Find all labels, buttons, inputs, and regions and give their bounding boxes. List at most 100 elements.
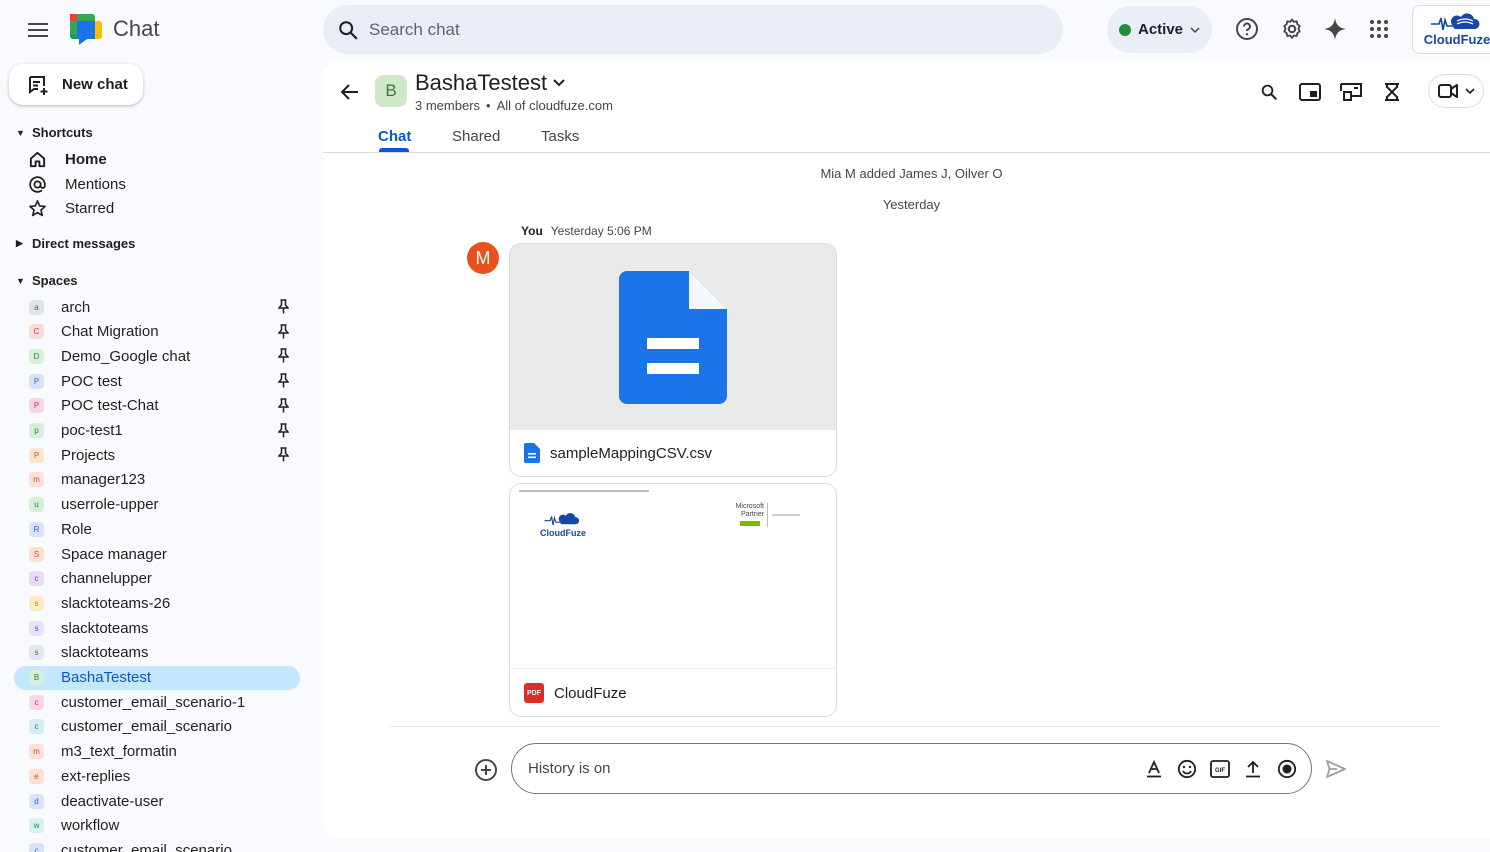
gemini-sparkle-icon [1324, 18, 1346, 40]
space-item[interactable]: u userrole-upper [14, 493, 300, 517]
tab-tasks[interactable]: Tasks [541, 128, 579, 145]
space-item[interactable]: R Role [14, 517, 300, 541]
apps-button[interactable] [1364, 14, 1394, 44]
upload-file-button[interactable] [1241, 757, 1265, 781]
back-button[interactable] [337, 79, 363, 105]
space-item[interactable]: P Projects [14, 443, 300, 467]
pin-button[interactable] [278, 299, 289, 314]
attachment-footer: sampleMappingCSV.csv [510, 430, 836, 476]
pdf-preview-partner: Microsoft Partner [735, 503, 764, 518]
format-text-button[interactable] [1142, 757, 1166, 781]
space-label: Chat Migration [61, 323, 159, 341]
settings-button[interactable] [1277, 14, 1307, 44]
space-item[interactable]: c customer_email_scenario [14, 838, 300, 852]
pin-button[interactable] [278, 373, 289, 388]
threads-button[interactable] [1378, 78, 1406, 106]
gif-button[interactable]: GIF [1208, 757, 1232, 781]
space-label: slacktoteams-26 [61, 594, 171, 612]
space-item[interactable]: m manager123 [14, 468, 300, 492]
message-input[interactable] [528, 760, 1128, 777]
space-item[interactable]: P POC test [14, 369, 300, 393]
pin-button[interactable] [278, 422, 289, 438]
add-attachment-button[interactable] [472, 756, 500, 784]
new-chat-button[interactable]: New chat [9, 64, 143, 105]
space-avatar: s [29, 645, 44, 661]
shortcut-label: Mentions [65, 175, 126, 193]
caret-down-icon: ▼ [16, 127, 25, 138]
video-camera-icon [1438, 84, 1458, 98]
main-menu-button[interactable] [22, 14, 54, 46]
space-item[interactable]: d deactivate-user [14, 789, 300, 813]
video-meeting-button[interactable] [1428, 74, 1484, 108]
attachment-preview: CloudFuze Microsoft Partner [510, 484, 836, 670]
status-dropdown[interactable]: Active [1107, 6, 1212, 53]
plus-circle-icon [475, 759, 497, 781]
message-composer[interactable]: GIF [511, 743, 1312, 794]
space-avatar: c [29, 694, 44, 710]
svg-text:GIF: GIF [1215, 768, 1225, 774]
space-item[interactable]: c channelupper [14, 567, 300, 591]
space-item[interactable]: S Space manager [14, 542, 300, 566]
shortcut-mentions[interactable]: Mentions [28, 172, 126, 196]
space-avatar: B [29, 670, 44, 685]
status-dot-icon [1119, 23, 1131, 36]
pdf-preview-line [772, 514, 800, 516]
hourglass-icon [1385, 83, 1399, 101]
tab-divider [323, 152, 1490, 153]
space-label: m3_text_formatin [61, 743, 177, 761]
apps-grid-icon [1370, 20, 1388, 38]
space-avatar: w [29, 818, 44, 834]
spaces-header[interactable]: ▼ Spaces [16, 273, 78, 288]
space-item[interactable]: c customer_email_scenario-1 [14, 690, 300, 714]
space-item[interactable]: P POC test-Chat [14, 394, 300, 418]
pin-button[interactable] [278, 348, 289, 363]
space-title-button[interactable]: BashaTestest [415, 70, 565, 96]
microsoft-logo-icon [740, 521, 760, 526]
help-button[interactable] [1232, 14, 1262, 44]
space-avatar: B [375, 75, 407, 107]
space-item[interactable]: s slacktoteams [14, 641, 300, 665]
pin-button[interactable] [278, 323, 289, 339]
tab-chat[interactable]: Chat [378, 128, 411, 145]
space-label: customer_email_scenario [61, 841, 232, 852]
space-item[interactable]: s slacktoteams [14, 616, 300, 640]
send-button[interactable] [1323, 756, 1349, 782]
record-video-button[interactable] [1275, 757, 1299, 781]
chevron-down-icon [1190, 26, 1200, 33]
shortcut-starred[interactable]: Starred [28, 196, 114, 220]
space-item[interactable]: C Chat Migration [14, 320, 300, 344]
shortcut-home[interactable]: Home [28, 147, 107, 171]
space-item[interactable]: B BashaTestest [14, 665, 300, 690]
avatar[interactable]: M [467, 242, 499, 274]
gemini-button[interactable] [1320, 14, 1350, 44]
apps-integrations-button[interactable] [1337, 78, 1365, 106]
space-item[interactable]: a arch [14, 295, 300, 319]
shortcuts-header[interactable]: ▼ Shortcuts [16, 125, 93, 140]
account-brand-button[interactable]: CloudFuze [1412, 5, 1490, 54]
space-item[interactable]: D Demo_Google chat [14, 344, 300, 368]
tab-shared[interactable]: Shared [452, 128, 500, 145]
gif-icon: GIF [1210, 760, 1230, 778]
present-to-all-icon [1340, 83, 1362, 101]
space-avatar: C [29, 324, 44, 340]
date-divider: Yesterday [882, 197, 941, 212]
search-bar[interactable] [323, 5, 1063, 54]
space-item[interactable]: w workflow [14, 814, 300, 838]
pin-button[interactable] [278, 447, 289, 462]
attachment-card-pdf[interactable]: CloudFuze Microsoft Partner PDF CloudFuz… [509, 483, 837, 717]
attachment-card-csv[interactable]: sampleMappingCSV.csv [509, 243, 837, 477]
space-avatar: m [29, 744, 44, 760]
space-item[interactable]: e ext-replies [14, 764, 300, 788]
search-in-space-button[interactable] [1255, 78, 1283, 106]
caret-right-icon: ▶ [16, 238, 23, 248]
direct-messages-header[interactable]: ▶ Direct messages [16, 236, 135, 251]
space-item[interactable]: s slacktoteams-26 [14, 591, 300, 615]
search-input[interactable] [369, 19, 969, 40]
space-avatar: P [29, 447, 44, 463]
space-item[interactable]: c customer_email_scenario [14, 715, 300, 739]
open-popup-button[interactable] [1296, 78, 1324, 106]
space-item[interactable]: m m3_text_formatin [14, 740, 300, 764]
space-item[interactable]: p poc-test1 [14, 419, 300, 443]
emoji-button[interactable] [1175, 757, 1199, 781]
pin-button[interactable] [278, 398, 289, 413]
